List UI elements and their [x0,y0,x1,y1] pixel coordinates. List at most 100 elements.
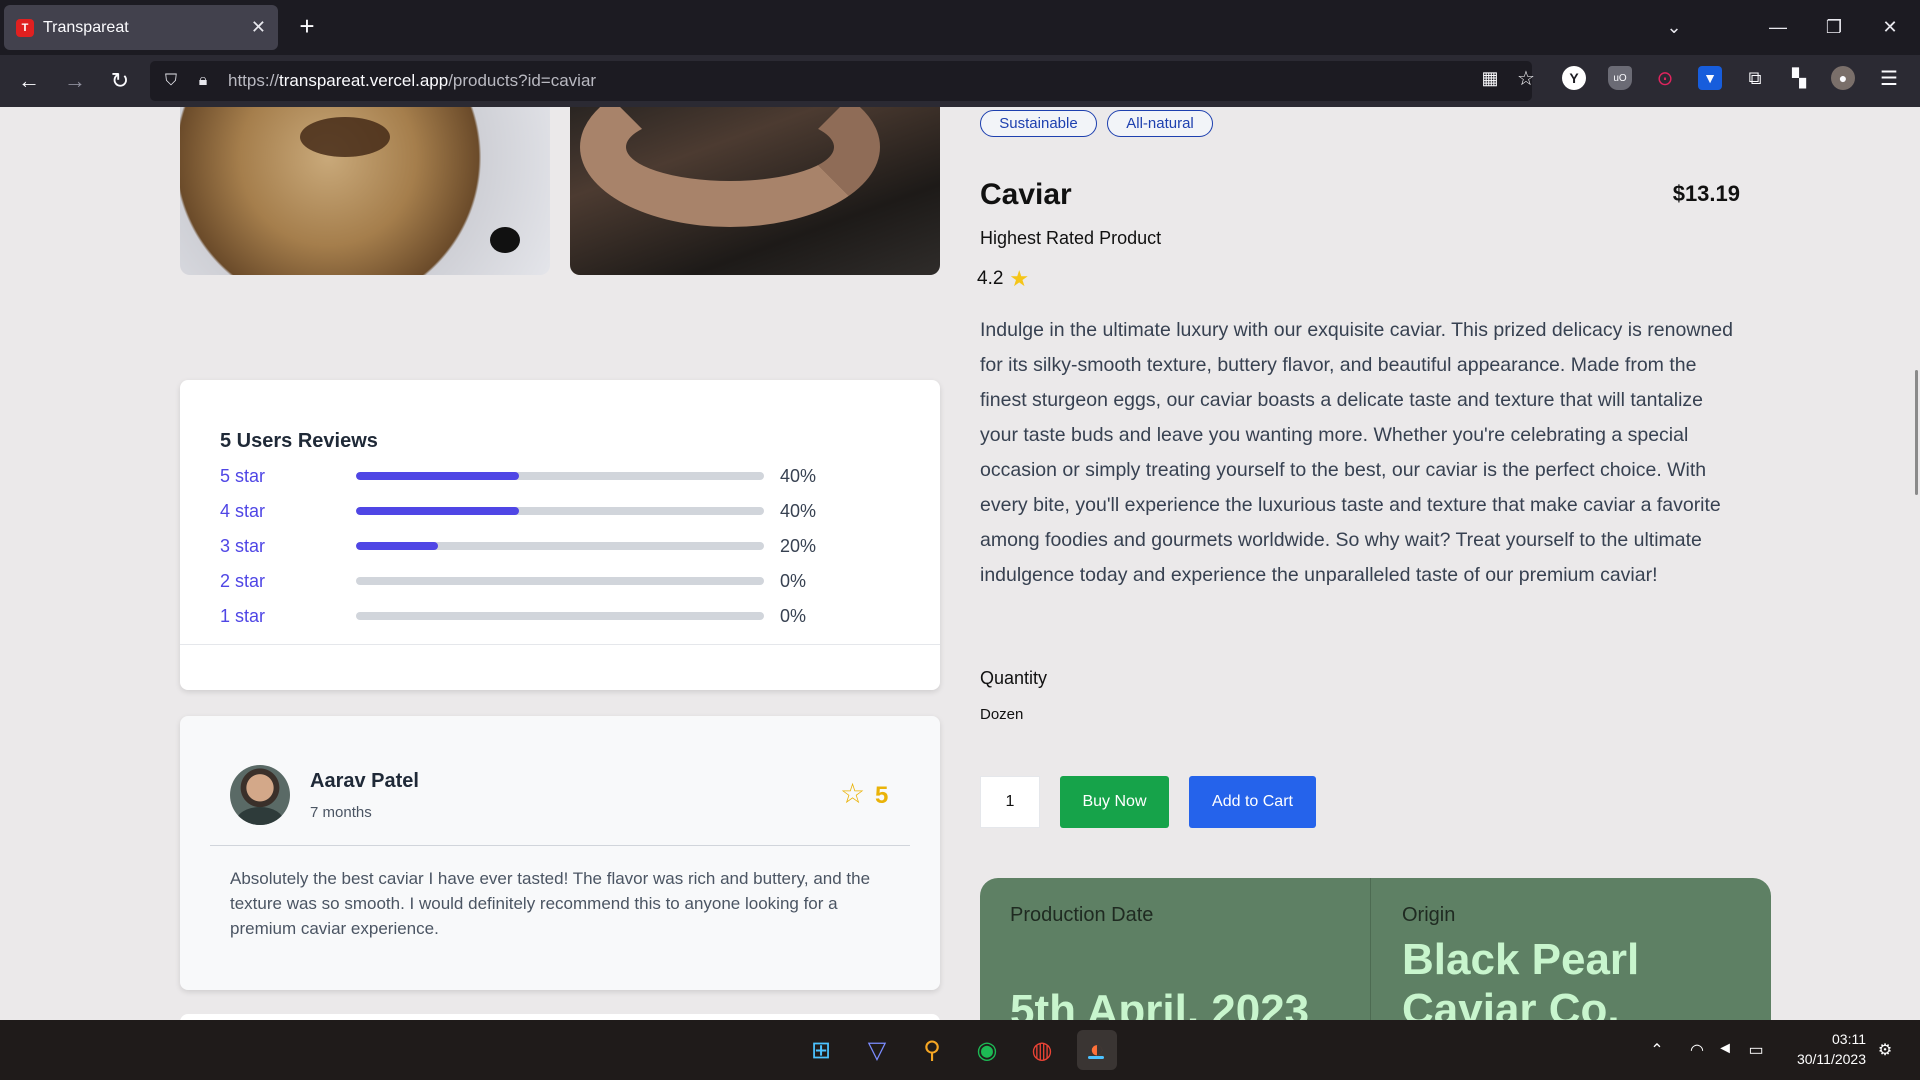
star-icon: ★ [1009,266,1030,291]
image-detail [490,227,520,253]
avatar [230,765,290,825]
review-divider [210,845,910,846]
rating-percent: 0% [780,605,807,626]
rating-label[interactable]: 3 star [220,536,356,557]
extensions-puzzle-icon[interactable]: ⧉ [1743,66,1767,90]
proton-vpn-icon[interactable]: ▽ [857,1030,897,1070]
review-text: Absolutely the best caviar I have ever t… [230,869,871,938]
clock-date: 30/11/2023 [1796,1051,1866,1067]
active-app-indicator [1088,1056,1104,1059]
shield-icon[interactable]: ⛉ [160,72,182,90]
rating-row-1: 1 star 0% [220,604,900,628]
windows-start-icon[interactable]: ⊞ [801,1030,841,1070]
menu-hamburger-icon[interactable]: ☰ [1877,66,1901,90]
avatar-detail [236,807,284,825]
product-price: $13.19 [1672,181,1740,206]
navigation-bar: ← → ↻ ⛉ 🔒︎ https://transpareat.vercel.ap… [0,55,1920,107]
production-date-label: Production Date [1010,904,1154,926]
wifi-icon[interactable]: ◠ [1686,1040,1708,1060]
product-title: Caviar [980,178,1072,211]
url-scheme: https:// [228,71,280,90]
rating-bar-track [356,507,764,515]
firefox-icon[interactable]: ◐ [1077,1030,1117,1070]
volume-icon[interactable]: ◄ [1714,1040,1736,1058]
taskbar: ⊞ ▽ ⚲ ◉ ◍ ◐ [0,1020,1920,1080]
rating-bar-fill [356,507,520,515]
site-favicon-icon: T [16,18,34,37]
tab-list-chevron-icon[interactable]: ⌄ [1654,12,1694,42]
rating-percent: 0% [780,570,807,591]
tag-sustainable: Sustainable [980,110,1097,137]
quantity-input[interactable]: 1 [980,776,1040,828]
reviews-count-title: 5 Users Reviews [220,430,378,452]
yomu-extension-icon[interactable]: Y [1562,66,1586,90]
tray-chevron-up-icon[interactable]: ⌃ [1646,1040,1668,1060]
rating-row-3: 3 star 20% [220,534,900,558]
qr-code-icon[interactable]: ▦ [1478,66,1502,90]
tab-bar: T Transpareat ✕ + ⌄ — ❐ ✕ [0,0,1920,55]
rating-bar-track [356,612,764,620]
star-outline-icon: ☆ [840,778,866,809]
rating-value: 4.2 [977,268,1004,289]
quantity-unit: Dozen [980,706,1024,723]
product-image-bread [570,107,940,275]
product-subtitle: Highest Rated Product [980,228,1162,248]
summary-divider [180,644,940,645]
chrome-icon[interactable]: ◍ [1022,1030,1062,1070]
window-close-button[interactable]: ✕ [1870,12,1910,42]
rating-bar-track [356,577,764,585]
rating-percent: 20% [780,535,817,556]
restore-button[interactable]: ❐ [1814,12,1854,42]
bitwarden-icon[interactable]: ▼ [1698,66,1722,90]
review-rating: 5 [875,782,889,809]
origin-label: Origin [1402,904,1456,926]
product-description: Indulge in the ultimate luxury with our … [980,319,1733,586]
notification-bell-icon[interactable]: ⚙ [1874,1040,1896,1060]
rating-bar-track [356,472,764,480]
page-scrollbar[interactable] [1915,370,1918,495]
browser-tab[interactable]: T Transpareat ✕ [4,5,278,50]
minimize-button[interactable]: — [1758,12,1798,42]
quantity-label: Quantity [980,668,1048,688]
address-bar[interactable]: ⛉ 🔒︎ https://transpareat.vercel.app/prod… [150,61,1532,101]
rating-percent: 40% [780,465,817,486]
rating-row-2: 2 star 0% [220,569,900,593]
rating-row-5: 5 star 40% [220,464,900,488]
review-card: Aarav Patel 7 months ☆ 5 Absolutely the … [180,716,940,990]
rating-bar-track [356,542,764,550]
review-time: 7 months [310,804,372,821]
buy-now-button[interactable]: Buy Now [1060,776,1169,828]
search-app-icon[interactable]: ⚲ [912,1030,952,1070]
tag-all-natural: All-natural [1107,110,1213,137]
spotify-icon[interactable]: ◉ [967,1030,1007,1070]
apps-grid-icon[interactable]: ▚ [1787,66,1811,90]
system-clock[interactable]: 03:11 30/11/2023 [1797,1029,1866,1069]
close-tab-icon[interactable]: ✕ [251,17,266,38]
tab-title: Transpareat [43,18,129,36]
media-play-icon[interactable]: ⊙ [1653,66,1677,90]
bookmark-star-icon[interactable]: ☆ [1514,66,1538,90]
new-tab-button[interactable]: + [292,12,322,42]
rating-bar-fill [356,472,520,480]
rating-label[interactable]: 4 star [220,501,356,522]
reviewer-name: Aarav Patel [310,770,419,792]
ublock-origin-icon[interactable]: uO [1608,66,1632,90]
rating-label[interactable]: 1 star [220,606,356,627]
add-to-cart-button[interactable]: Add to Cart [1189,776,1316,828]
clock-time: 03:11 [1832,1031,1866,1047]
image-detail [580,107,880,227]
lock-icon[interactable]: 🔒︎ [192,72,214,90]
url-host: transpareat.vercel.app [279,71,449,90]
battery-icon[interactable]: ▭ [1745,1040,1767,1060]
product-image-baked [180,107,550,275]
rating-row-4: 4 star 40% [220,499,900,523]
image-detail [300,117,390,157]
profile-avatar-icon[interactable]: ● [1831,66,1855,90]
rating-label[interactable]: 2 star [220,571,356,592]
forward-arrow-icon[interactable]: → [60,66,90,96]
rating-label[interactable]: 5 star [220,466,356,487]
reload-icon[interactable]: ↻ [105,66,135,96]
url-text[interactable]: https://transpareat.vercel.app/products?… [228,71,596,91]
rating-bar-fill [356,542,438,550]
back-arrow-icon[interactable]: ← [14,66,44,96]
